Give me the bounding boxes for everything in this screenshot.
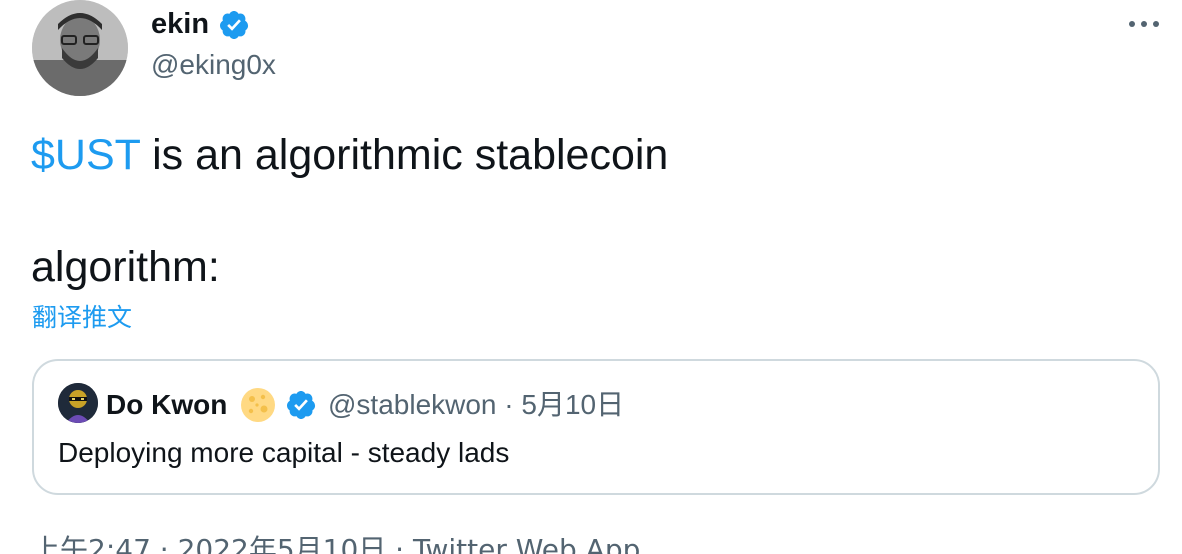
quoted-tweet-text: Deploying more capital - steady lads [58, 437, 510, 468]
tweet-text-line-2: algorithm: [31, 243, 220, 291]
quoted-handle-date: @stablekwon · 5月10日 [328, 389, 625, 420]
verified-badge-icon [220, 11, 249, 39]
tweet-source[interactable]: Twitter Web App [413, 533, 640, 554]
more-options-icon[interactable] [1126, 12, 1162, 36]
tweet-metadata: 上午2:47 · 2022年5月10日 · Twitter Web App [32, 532, 640, 554]
translate-tweet-link[interactable]: 翻译推文 [32, 302, 132, 334]
tweet-card: ekin @eking0x $UST is an algorithmic sta… [0, 0, 1182, 554]
author-name[interactable]: ekin [151, 4, 209, 44]
quoted-author-name[interactable]: Do Kwon [106, 387, 227, 423]
tweet-datetime[interactable]: 上午2:47 · 2022年5月10日 · [32, 533, 413, 554]
author-avatar[interactable] [32, 0, 128, 96]
tweet-text-line-1: $UST is an algorithmic stablecoin [31, 128, 668, 182]
quoted-verified-badge-icon [287, 391, 316, 419]
tweet-text-rest: is an algorithmic stablecoin [140, 131, 669, 179]
quoted-tweet[interactable]: Do Kwon @stablekwon · 5月10日 Deploying mo… [32, 359, 1160, 495]
author-handle[interactable]: @eking0x [151, 47, 276, 83]
cashtag-link[interactable]: $UST [31, 131, 140, 179]
moon-emoji-icon [241, 388, 275, 422]
quoted-author-avatar[interactable] [58, 383, 98, 423]
